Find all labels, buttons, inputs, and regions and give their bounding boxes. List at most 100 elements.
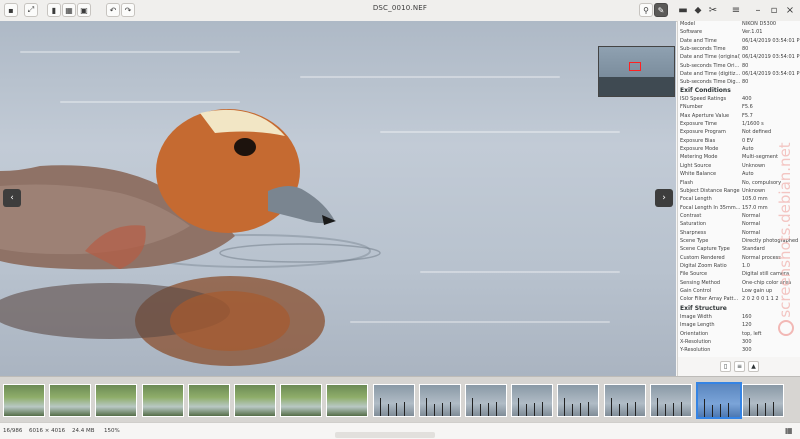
exif-key: Date and Time xyxy=(680,37,717,44)
exif-row[interactable]: Software Ver.1.01 xyxy=(680,28,800,36)
thumbnail-tree xyxy=(564,398,566,416)
thumbnail-tree xyxy=(433,404,435,416)
exif-row[interactable]: Date and Time 06/14/2019 03:54:01 PM xyxy=(680,37,800,45)
exif-key: Sensing Method xyxy=(680,279,721,286)
grid-icon[interactable]: ▦ xyxy=(785,426,793,435)
thumbnail[interactable] xyxy=(465,384,507,417)
status-bar: 16/986 6016 × 4016 24.4 MB 150% ▦ xyxy=(0,422,800,439)
exif-row[interactable]: Sub-seconds Time Ori... 80 xyxy=(680,62,800,70)
thumbnail-tree xyxy=(379,398,381,416)
header-bar: ▪ ⤢ ▮ ▦ ▣ ↶ ↷ DSC_0010.NEF ⚲ ✎ ▬ ⬥ ✂ ≡ –… xyxy=(0,0,800,22)
thumbnail-tree xyxy=(610,398,612,416)
status-scrollbar[interactable] xyxy=(335,432,435,438)
thumbnail[interactable] xyxy=(187,384,230,417)
thumbnail[interactable] xyxy=(603,384,646,417)
layout-grid-button[interactable]: ▦ xyxy=(62,3,76,17)
view-menu-button[interactable]: ▪ xyxy=(4,3,18,17)
thumbnail-tree xyxy=(526,404,528,416)
previous-image-button[interactable]: ‹ xyxy=(3,189,21,207)
minimize-button[interactable]: – xyxy=(751,3,765,17)
exif-key: Flash xyxy=(680,179,694,186)
exif-key: Color Filter Array Patt... xyxy=(680,296,739,303)
filmstrip[interactable] xyxy=(0,376,800,423)
rotate-right-button[interactable]: ↷ xyxy=(121,3,135,17)
thumbnail[interactable] xyxy=(649,384,692,417)
tags-button[interactable]: ⬥ xyxy=(691,3,705,17)
edit-button[interactable]: ✎ xyxy=(654,3,668,17)
exif-key: Model xyxy=(680,21,696,27)
thumbnail[interactable] xyxy=(3,384,45,417)
layout-single-button[interactable]: ▮ xyxy=(47,3,61,17)
comments-button[interactable]: ▬ xyxy=(676,3,690,17)
exif-export-button[interactable]: ▯ xyxy=(720,361,731,372)
thumbnail-tree xyxy=(728,403,729,417)
fullscreen-icon: ⤢ xyxy=(27,5,35,14)
exif-row[interactable]: ISO Speed Ratings 400 xyxy=(680,95,800,103)
thumbnail-tree xyxy=(496,402,497,416)
exif-key: Max Aperture Value xyxy=(680,112,730,119)
main-menu-button[interactable]: ≡ xyxy=(729,3,743,17)
fullscreen-button[interactable]: ⤢ xyxy=(24,3,38,17)
layout-browser-button[interactable]: ▣ xyxy=(77,3,91,17)
navigator-viewport-rect[interactable] xyxy=(629,62,641,71)
window-title: DSC_0010.NEF xyxy=(372,4,428,12)
exif-key: Sub-seconds Time Dig... xyxy=(680,79,740,86)
exif-panel-toolbar: ▯ ≡ ▲ xyxy=(677,357,800,376)
thumbnail[interactable] xyxy=(418,384,461,417)
thumbnail-tree xyxy=(626,403,628,416)
thumbnail-selected[interactable] xyxy=(696,382,742,419)
thumbnail[interactable] xyxy=(511,384,554,417)
image-viewer[interactable]: ‹ › xyxy=(0,21,676,376)
rotate-right-icon: ↷ xyxy=(124,5,132,15)
exif-row[interactable]: Sub-seconds Time 80 xyxy=(680,45,800,53)
status-filesize: 24.4 MB xyxy=(72,428,95,434)
thumbnail[interactable] xyxy=(326,384,369,417)
thumbnail[interactable] xyxy=(95,384,138,417)
exif-key: Scene Capture Type xyxy=(680,246,730,253)
exif-key: Orientation xyxy=(680,330,709,337)
exif-image-button[interactable]: ▲ xyxy=(748,361,759,372)
thumbnail[interactable] xyxy=(280,384,323,417)
exif-key: X-Resolution xyxy=(680,339,712,346)
tools-button[interactable]: ✂ xyxy=(706,3,720,17)
exif-row[interactable]: Sub-seconds Time Dig... 80 xyxy=(680,78,800,86)
pin-button[interactable]: ⚲ xyxy=(639,3,653,17)
thumbnail[interactable] xyxy=(49,384,92,417)
comment-icon: ▬ xyxy=(678,4,688,16)
exif-row[interactable]: Y-Resolution 300 xyxy=(680,346,800,354)
exif-row[interactable]: Model NIKON D5300 xyxy=(680,21,800,28)
thumbnail-tree xyxy=(664,404,666,416)
exif-key: White Balance xyxy=(680,171,717,178)
thumbnail[interactable] xyxy=(557,384,600,417)
tag-icon: ⬥ xyxy=(694,4,702,16)
exif-value: 80 xyxy=(742,62,749,69)
layout-single-icon: ▮ xyxy=(51,5,57,15)
thumbnail-tree xyxy=(534,403,536,416)
thumbnail[interactable] xyxy=(372,384,415,417)
maximize-button[interactable]: ▫ xyxy=(767,3,781,17)
exif-key: Y-Resolution xyxy=(680,347,711,354)
thumbnail[interactable] xyxy=(742,384,785,417)
thumbnail-tree xyxy=(765,403,767,416)
thumbnail[interactable] xyxy=(234,384,276,417)
thumbnail-tree xyxy=(618,404,620,416)
navigator-thumbnail[interactable] xyxy=(598,46,675,97)
exif-list-button[interactable]: ≡ xyxy=(734,361,745,372)
status-position: 16/986 xyxy=(3,428,23,434)
thumbnail[interactable] xyxy=(141,384,184,417)
exif-value: 80 xyxy=(742,46,749,53)
close-button[interactable]: × xyxy=(783,3,797,17)
rotate-left-button[interactable]: ↶ xyxy=(106,3,120,17)
exif-key: Contrast xyxy=(680,212,702,219)
exif-key: Date and Time (digitiz... xyxy=(680,71,740,78)
maximize-icon: ▫ xyxy=(770,4,778,16)
exif-row[interactable]: Date and Time (original) 06/14/2019 03:54… xyxy=(680,53,800,61)
next-image-button[interactable]: › xyxy=(655,189,673,207)
exif-key: Exposure Bias xyxy=(680,137,716,144)
exif-row[interactable]: Date and Time (digitiz... 06/14/2019 03:5… xyxy=(680,70,800,78)
edit-icon: ✎ xyxy=(657,5,665,15)
grid-small-icon: ▪ xyxy=(8,5,14,15)
exif-key: Software xyxy=(680,29,703,36)
chevron-left-icon: ‹ xyxy=(10,193,14,203)
exif-key: Date and Time (original) xyxy=(680,54,740,61)
